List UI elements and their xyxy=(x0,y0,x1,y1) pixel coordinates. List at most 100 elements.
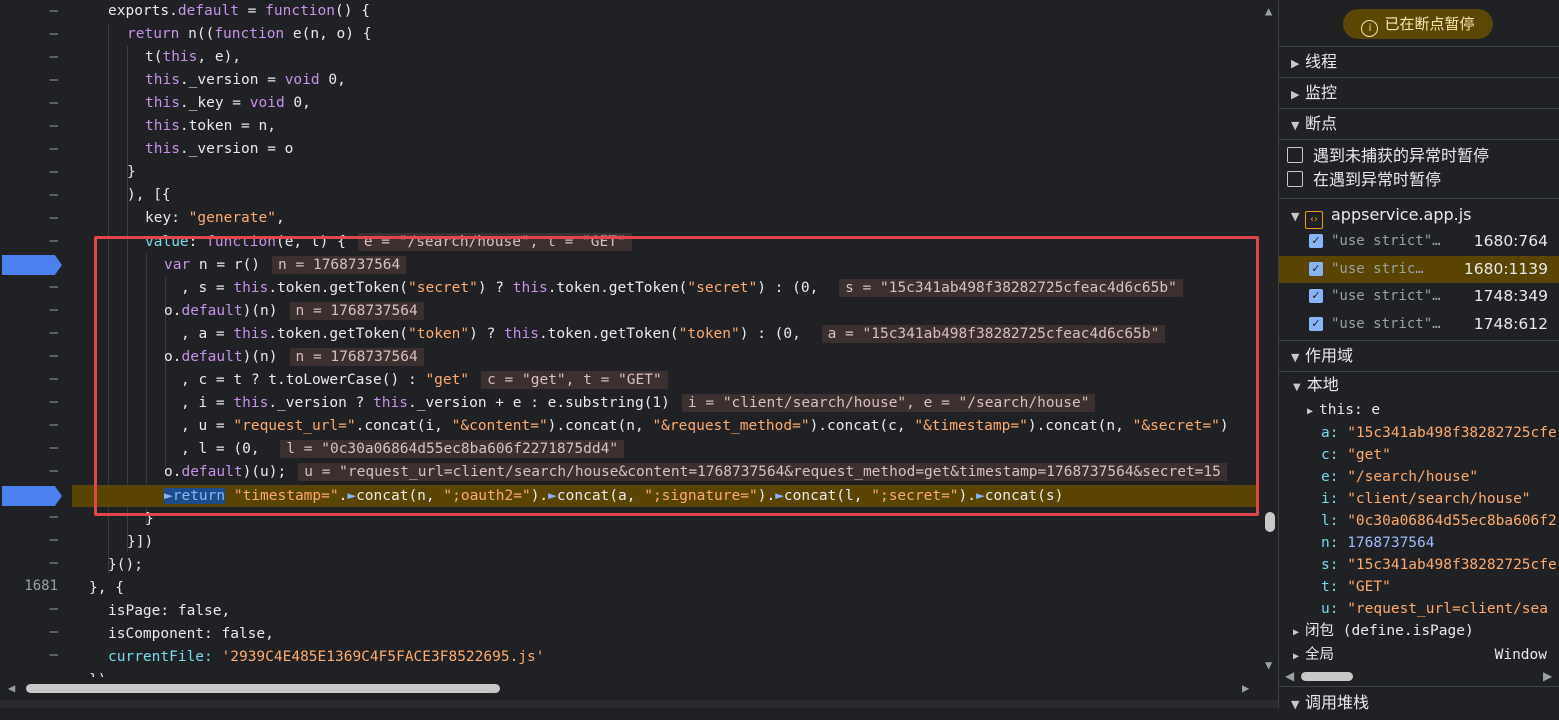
line-number[interactable]: – xyxy=(0,46,66,69)
breakpoint-item[interactable]: ✓ "use stric… 1680:1139 xyxy=(1279,255,1559,283)
editor-vertical-scrollbar[interactable]: ▲ ▼ xyxy=(1262,0,1278,676)
scope-global-row[interactable]: ▶ 全局 Window xyxy=(1293,644,1555,666)
variable-name: u: xyxy=(1321,601,1348,617)
line-number[interactable]: – xyxy=(0,529,66,552)
scroll-left-icon[interactable]: ◀ xyxy=(1285,669,1294,683)
code-line: this.token = n, xyxy=(145,118,276,134)
divider xyxy=(1279,139,1559,140)
watch-label: 监控 xyxy=(1305,83,1338,102)
variable-value: "get" xyxy=(1347,447,1391,463)
line-number[interactable]: – xyxy=(0,23,66,46)
scope-variable-row[interactable]: a: "15c341ab498f38282725cfe xyxy=(1321,422,1557,444)
breakpoint-marker-current[interactable] xyxy=(2,486,62,506)
ispage-text: isPage: false, xyxy=(108,603,231,619)
line-number[interactable]: – xyxy=(0,345,66,368)
breakpoint-checkbox[interactable]: ✓ xyxy=(1309,261,1323,276)
scroll-up-icon[interactable]: ▲ xyxy=(1265,4,1272,18)
scope-variable-row[interactable]: l: "0c30a06864d55ec8ba606f2 xyxy=(1321,510,1557,532)
scope-closure-row[interactable]: ▶ 闭包 (define.isPage) xyxy=(1293,620,1555,642)
code-editor[interactable]: –––––––––––––––––––––––––1681––– exports… xyxy=(0,0,1278,708)
breakpoint-marker[interactable] xyxy=(2,255,62,275)
scope-variable-row[interactable]: c: "get" xyxy=(1321,444,1557,466)
expand-triangle-icon: ▶ xyxy=(1293,627,1300,638)
horizontal-scroll-thumb[interactable] xyxy=(1301,672,1353,681)
line-number[interactable]: – xyxy=(0,322,66,345)
breakpoint-file-group[interactable]: ▼ ‹› appservice.app.js xyxy=(1279,202,1559,229)
line-number[interactable]: – xyxy=(0,598,66,621)
breakpoint-code: "use strict"… xyxy=(1331,315,1441,332)
section-breakpoints[interactable]: ▼ 断点 xyxy=(1279,109,1559,139)
line-number[interactable]: – xyxy=(0,299,66,322)
line-number[interactable]: – xyxy=(0,138,66,161)
line-number[interactable]: – xyxy=(0,115,66,138)
breakpoint-code: "use strict"… xyxy=(1331,288,1441,304)
code-line-iscomponent: isComponent: false, xyxy=(108,623,1258,646)
scope-this-row[interactable]: ▶ this: e xyxy=(1307,399,1380,421)
variable-name: l: xyxy=(1321,513,1348,529)
breakpoint-item[interactable]: ✓ "use strict"… 1748:349 xyxy=(1279,283,1559,310)
collapse-triangle-icon: ▼ xyxy=(1291,698,1300,711)
breakpoint-checkbox[interactable]: ✓ xyxy=(1309,289,1323,303)
breakpoint-checkbox[interactable]: ✓ xyxy=(1309,234,1323,248)
scroll-left-icon[interactable]: ◀ xyxy=(8,681,15,695)
line-number[interactable]: – xyxy=(0,414,66,437)
collapse-triangle-icon: ▼ xyxy=(1291,210,1300,223)
line-number[interactable]: – xyxy=(0,506,66,529)
scope-variable-row[interactable]: u: "request_url=client/sea xyxy=(1321,598,1557,620)
scroll-right-icon[interactable]: ▶ xyxy=(1242,681,1249,695)
currentfile-key: currentFile: xyxy=(108,649,213,665)
breakpoint-checkbox[interactable]: ✓ xyxy=(1309,316,1323,331)
sidebar-horizontal-scrollbar[interactable]: ◀ ▶ xyxy=(1279,668,1559,684)
line-number[interactable]: – xyxy=(0,552,66,575)
code-line-currentfile: currentFile: '2939C4E485E1369C4F5FACE3F8… xyxy=(108,646,1258,669)
code-line: exports.default = function() { xyxy=(108,3,370,19)
line-number[interactable]: – xyxy=(0,69,66,92)
editor-horizontal-scrollbar[interactable]: ◀ ▶ xyxy=(0,680,1262,696)
section-scope[interactable]: ▼ 作用域 xyxy=(1279,341,1559,371)
section-call-stack[interactable]: ▼ 调用堆栈 xyxy=(1279,688,1559,718)
code-line: ), [{ xyxy=(127,187,171,203)
scope-variable-row[interactable]: s: "15c341ab498f38282725cfe xyxy=(1321,554,1557,576)
breakpoint-location: 1680:1139 xyxy=(1463,259,1548,278)
section-watch[interactable]: ▶ 监控 xyxy=(1279,78,1559,108)
horizontal-scroll-thumb[interactable] xyxy=(26,684,500,693)
code-line: key: "generate", xyxy=(145,210,285,226)
line-number[interactable]: 1681 xyxy=(0,575,66,598)
scope-variable-row[interactable]: e: "/search/house" xyxy=(1321,466,1557,488)
line-number[interactable]: – xyxy=(0,230,66,253)
variable-name: t: xyxy=(1321,579,1348,595)
line-number[interactable]: – xyxy=(0,368,66,391)
scope-variable-row[interactable]: t: "GET" xyxy=(1321,576,1557,598)
variable-name: i: xyxy=(1321,491,1348,507)
scroll-right-icon[interactable]: ▶ xyxy=(1543,669,1552,683)
iscomponent-text: isComponent: false, xyxy=(108,626,274,642)
breakpoint-location: 1748:349 xyxy=(1473,287,1548,305)
expand-triangle-icon: ▶ xyxy=(1307,406,1314,417)
line-number[interactable]: – xyxy=(0,460,66,483)
breakpoint-item[interactable]: ✓ "use strict"… 1748:612 xyxy=(1279,311,1559,338)
scope-variable-row[interactable]: i: "client/search/house" xyxy=(1321,488,1557,510)
line-number[interactable]: – xyxy=(0,92,66,115)
line-number[interactable]: – xyxy=(0,276,66,299)
section-threads[interactable]: ▶ 线程 xyxy=(1279,47,1559,77)
pause-uncaught-checkbox-row[interactable]: 遇到未捕获的异常时暂停 xyxy=(1287,144,1489,168)
line-number[interactable]: – xyxy=(0,437,66,460)
variable-name: n: xyxy=(1321,535,1348,551)
pause-caught-checkbox-row[interactable]: 在遇到异常时暂停 xyxy=(1287,168,1441,192)
line-number[interactable]: – xyxy=(0,391,66,414)
code-line: return n((function e(n, o) { xyxy=(127,26,372,42)
scope-local-header[interactable]: ▼ 本地 xyxy=(1293,374,1339,396)
scroll-down-icon[interactable]: ▼ xyxy=(1265,658,1272,672)
line-number[interactable]: – xyxy=(0,621,66,644)
checkbox[interactable] xyxy=(1287,171,1303,187)
line-number[interactable]: – xyxy=(0,644,66,667)
scope-variable-row[interactable]: n: 1768737564 xyxy=(1321,532,1557,554)
debugger-sidebar: i 已在断点暂停 ▶ 线程 ▶ 监控 ▼ 断点 遇到未捕获的异常时暂停 在遇到异常时暂停… xyxy=(1278,0,1559,712)
vertical-scroll-thumb[interactable] xyxy=(1265,512,1275,532)
line-number[interactable]: – xyxy=(0,207,66,230)
checkbox[interactable] xyxy=(1287,147,1303,163)
line-number[interactable]: – xyxy=(0,0,66,23)
line-number[interactable]: – xyxy=(0,161,66,184)
line-number[interactable]: – xyxy=(0,184,66,207)
breakpoint-item[interactable]: ✓ "use strict"… 1680:764 xyxy=(1279,228,1559,255)
